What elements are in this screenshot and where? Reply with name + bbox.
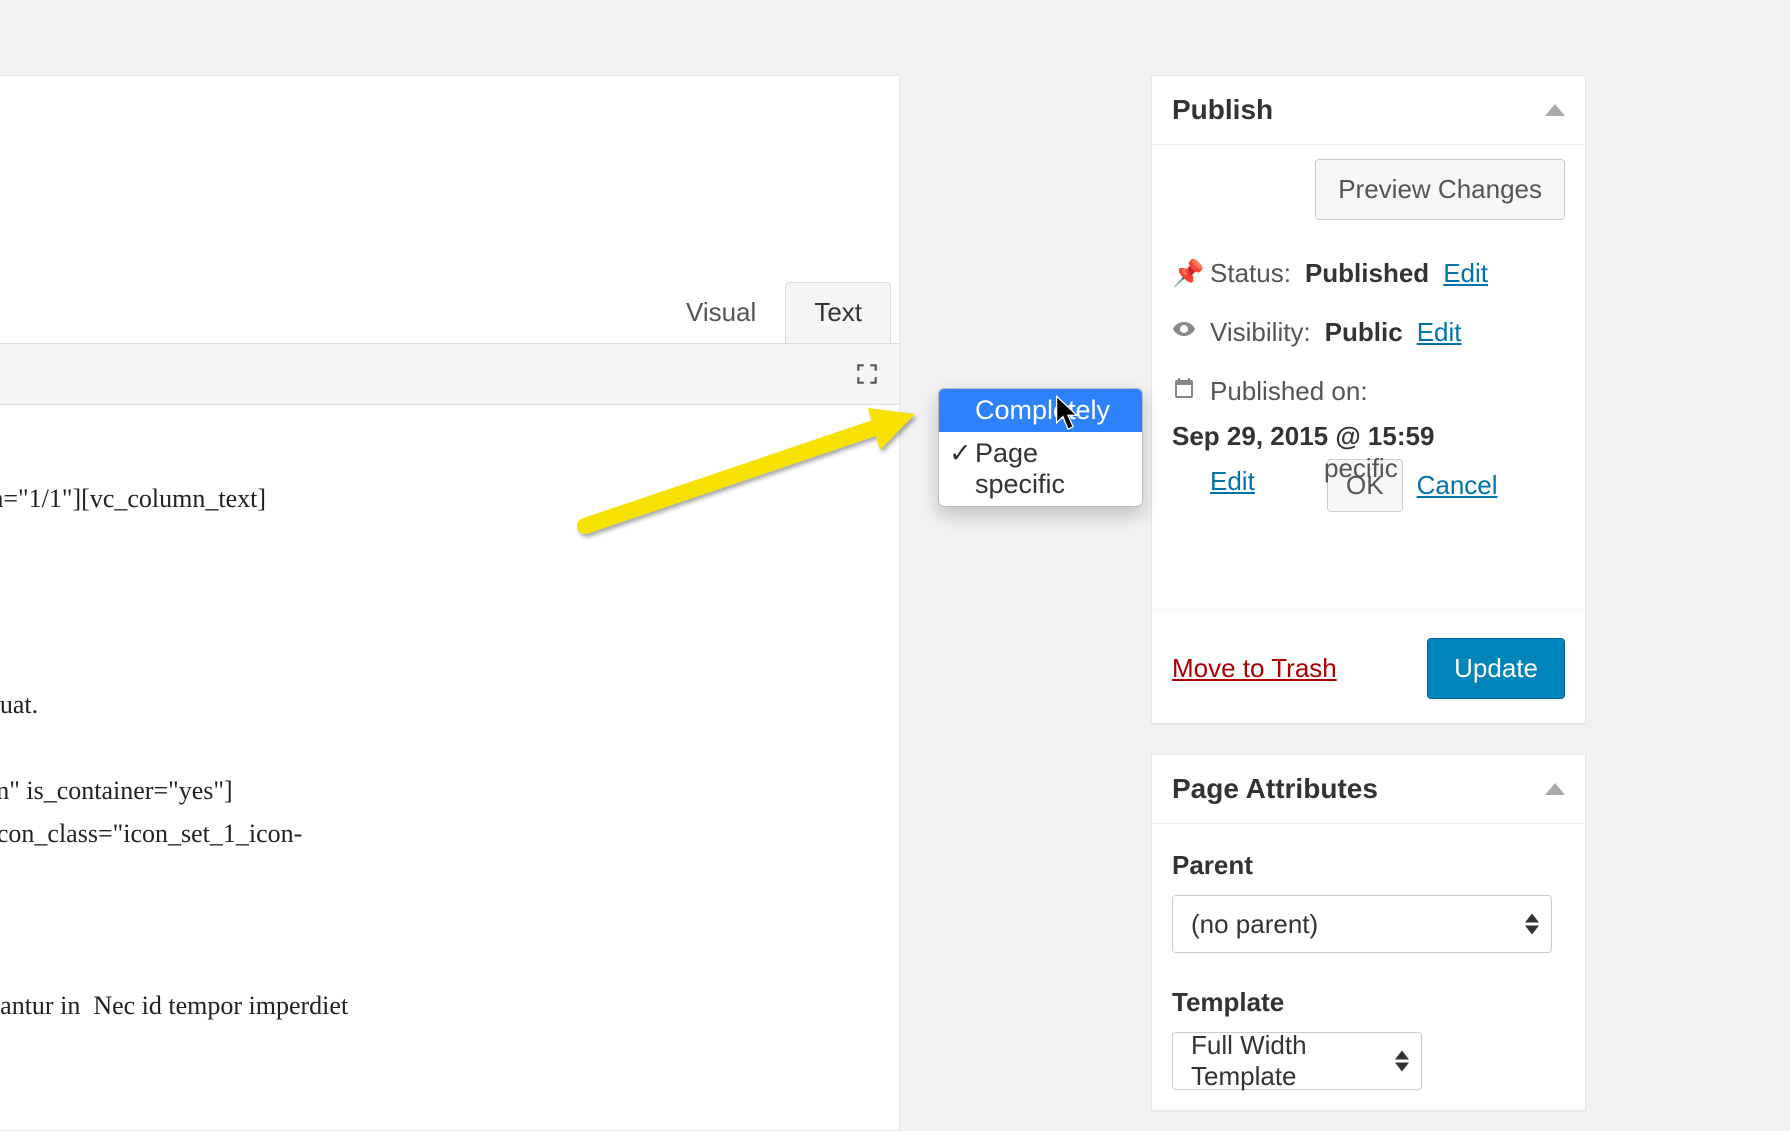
content-line: blumn][/vc_row][vc_row el_class=" wow fa…: [0, 776, 233, 805]
select-arrows-icon: [1525, 914, 1539, 935]
preview-changes-button[interactable]: Preview Changes: [1315, 159, 1565, 220]
dropdown-option-page-specific[interactable]: Page specific: [939, 432, 1142, 506]
cancel-link[interactable]: Cancel: [1417, 470, 1498, 501]
cache-select-partial-text: pecific: [1324, 453, 1398, 484]
parent-select[interactable]: (no parent): [1172, 895, 1552, 953]
status-label: Status:: [1210, 258, 1291, 289]
published-value: Sep 29, 2015 @ 15:59: [1172, 421, 1434, 452]
sidebar: Publish Preview Changes 📌 Status: Publis…: [1151, 75, 1586, 1111]
visibility-value: Public: [1325, 317, 1403, 348]
publish-actions: Move to Trash Update: [1152, 609, 1585, 723]
permalink-row: 38/CityTours/CityTours1/about-us/ Edit: [0, 132, 899, 192]
status-value: Published: [1305, 258, 1429, 289]
parent-label: Parent: [1172, 838, 1565, 895]
content-line: ffset="vc_col-md-6"][icon_box style="sty…: [0, 819, 302, 848]
editor-mode-tabs: Visual Text: [0, 192, 899, 343]
publish-metabox: Publish Preview Changes 📌 Status: Publis…: [1151, 75, 1586, 724]
collapse-icon[interactable]: [1545, 783, 1565, 795]
cache-dropdown-menu[interactable]: Completely Page specific: [938, 388, 1143, 507]
tab-visual[interactable]: Visual: [657, 282, 785, 343]
tab-text[interactable]: Text: [785, 282, 891, 343]
move-to-trash-link[interactable]: Move to Trash: [1172, 653, 1337, 684]
title-input-area[interactable]: [0, 76, 899, 132]
template-select[interactable]: Full Width Template: [1172, 1032, 1422, 1090]
fullscreen-icon[interactable]: [847, 354, 887, 394]
content-line: posuere laoreet vitae sed arcu. Curabitu…: [0, 690, 38, 719]
visibility-label: Visibility:: [1210, 317, 1311, 348]
eye-icon: [1172, 317, 1196, 348]
page-attributes-title: Page Attributes: [1172, 773, 1378, 805]
content-line: s" el_class="margin_top_60"][vc_column w…: [0, 484, 266, 513]
page-attributes-metabox: Page Attributes Parent (no parent) Templ…: [1151, 754, 1586, 1111]
template-select-value: Full Width Template: [1191, 1030, 1381, 1092]
edit-visibility-link[interactable]: Edit: [1417, 317, 1462, 348]
parent-select-value: (no parent): [1191, 909, 1318, 940]
editor-panel: 38/CityTours/CityTours1/about-us/ Edit V…: [0, 75, 900, 1131]
edit-status-link[interactable]: Edit: [1443, 258, 1488, 289]
editor-toolbar: [0, 343, 899, 405]
content-line: et vix erat audiam ei Cum doctus civibus…: [0, 991, 348, 1020]
update-button[interactable]: Update: [1427, 638, 1565, 699]
calendar-icon: [1172, 376, 1196, 407]
published-label: Published on:: [1210, 376, 1368, 407]
page-attributes-header[interactable]: Page Attributes: [1152, 755, 1585, 824]
select-arrows-icon: [1395, 1051, 1409, 1072]
editor-content[interactable]: s" el_class="margin_top_60"][vc_column w…: [0, 405, 899, 1130]
collapse-icon[interactable]: [1545, 104, 1565, 116]
status-row: 📌 Status: Published Edit: [1172, 244, 1565, 303]
publish-title: Publish: [1172, 94, 1273, 126]
publish-header[interactable]: Publish: [1152, 76, 1585, 145]
dropdown-option-completely[interactable]: Completely: [939, 389, 1142, 432]
cache-option-row: pecific OK Cancel: [1152, 459, 1585, 512]
pin-icon: 📌: [1172, 258, 1196, 289]
visibility-row: Visibility: Public Edit: [1172, 303, 1565, 362]
template-label: Template: [1172, 975, 1565, 1032]
content-heading: sons: [0, 545, 879, 618]
